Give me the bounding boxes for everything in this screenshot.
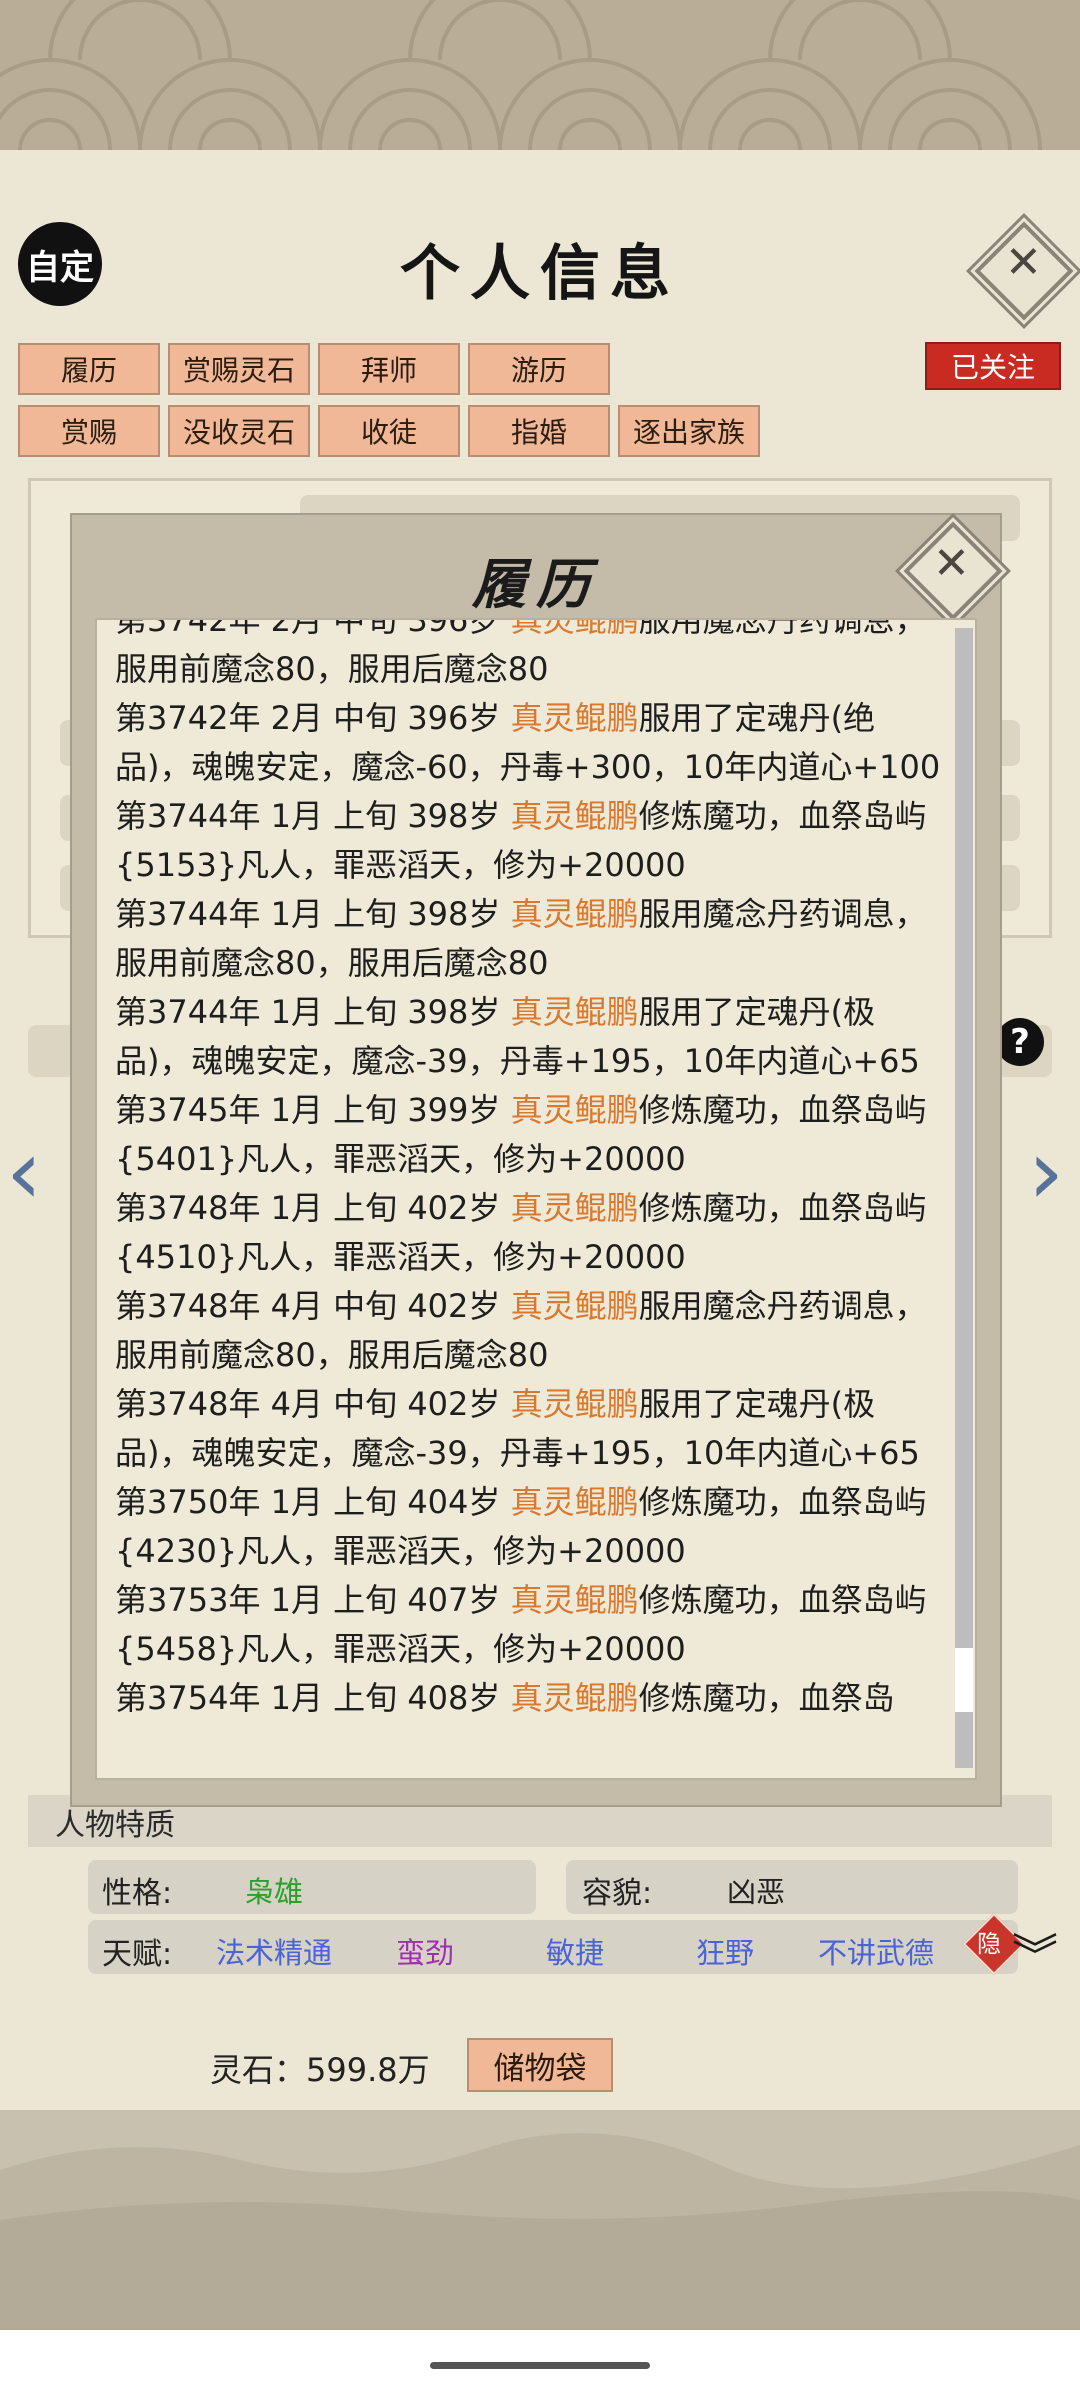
page-title: 个人信息 — [400, 239, 680, 309]
help-icon[interactable]: ? — [996, 1018, 1044, 1066]
entry-date: 第3748年 1月 上旬 402岁 — [115, 1189, 511, 1227]
tab-confiscate-stones[interactable]: 没收灵石 — [168, 405, 310, 457]
entry-character-name[interactable]: 真灵鲲鹏 — [511, 1679, 639, 1717]
tab-take-disciple[interactable]: 收徒 — [318, 405, 460, 457]
looks-label: 容貌: — [582, 1876, 653, 1911]
history-entry: 第3748年 4月 中旬 402岁 真灵鲲鹏服用了定魂丹(极品)，魂魄安定，魔念… — [115, 1380, 945, 1478]
talent-label: 天赋: — [102, 1937, 173, 1972]
entry-character-name[interactable]: 真灵鲲鹏 — [511, 895, 639, 933]
entry-date: 第3744年 1月 上旬 398岁 — [115, 797, 511, 835]
history-entry: 第3744年 1月 上旬 398岁 真灵鲲鹏服用魔念丹药调息，服用前魔念80，服… — [115, 890, 945, 988]
expand-down-icon[interactable]: ︾ — [1012, 1933, 1058, 1979]
home-indicator[interactable] — [430, 2362, 650, 2369]
entry-date: 第3748年 4月 中旬 402岁 — [115, 1385, 511, 1423]
history-log-content: 第3742年 2月 中旬 396岁 真灵鲲鹏服用魔念丹药调息，服用前魔念80，服… — [115, 618, 945, 1723]
storage-bag-button[interactable]: 储物袋 — [467, 2038, 613, 2092]
bottom-landscape-decoration — [0, 2110, 1080, 2330]
history-entry: 第3744年 1月 上旬 398岁 真灵鲲鹏修炼魔功，血祭岛屿{5153}凡人，… — [115, 792, 945, 890]
talent-item[interactable]: 狂野 — [696, 1930, 754, 1972]
entry-character-name[interactable]: 真灵鲲鹏 — [511, 1385, 639, 1423]
tab-history[interactable]: 履历 — [18, 343, 160, 395]
traits-section-label: 人物特质 — [55, 1808, 175, 1843]
hide-tag-label: 隐 — [977, 1930, 1001, 1958]
talent-item[interactable]: 蛮劲 — [396, 1930, 454, 1972]
personality-label: 性格: — [102, 1876, 173, 1911]
tab-travel[interactable]: 游历 — [468, 343, 610, 395]
history-entry: 第3745年 1月 上旬 399岁 真灵鲲鹏修炼魔功，血祭岛屿{5401}凡人，… — [115, 1086, 945, 1184]
tab-apprentice[interactable]: 拜师 — [318, 343, 460, 395]
history-entry: 第3750年 1月 上旬 404岁 真灵鲲鹏修炼魔功，血祭岛屿{4230}凡人，… — [115, 1478, 945, 1576]
history-entry: 第3742年 2月 中旬 396岁 真灵鲲鹏服用魔念丹药调息，服用前魔念80，服… — [115, 618, 945, 694]
entry-character-name[interactable]: 真灵鲲鹏 — [511, 1189, 639, 1227]
entry-date: 第3750年 1月 上旬 404岁 — [115, 1483, 511, 1521]
entry-date: 第3742年 2月 中旬 396岁 — [115, 699, 511, 737]
entry-character-name[interactable]: 真灵鲲鹏 — [511, 620, 639, 639]
log-scrollbar-thumb[interactable] — [955, 1648, 973, 1712]
log-scrollbar[interactable] — [955, 628, 973, 1768]
modal-title: 履历 — [472, 552, 600, 616]
history-log[interactable]: 第3742年 2月 中旬 396岁 真灵鲲鹏服用魔念丹药调息，服用前魔念80，服… — [95, 618, 977, 1780]
followed-badge[interactable]: 已关注 — [925, 342, 1061, 390]
looks-value: 凶恶 — [727, 1875, 786, 1909]
entry-date: 第3742年 2月 中旬 396岁 — [115, 618, 511, 639]
entry-character-name[interactable]: 真灵鲲鹏 — [511, 1483, 639, 1521]
entry-date: 第3753年 1月 上旬 407岁 — [115, 1581, 511, 1619]
entry-date: 第3744年 1月 上旬 398岁 — [115, 993, 511, 1031]
entry-date: 第3754年 1月 上旬 408岁 — [115, 1679, 511, 1717]
history-entry: 第3753年 1月 上旬 407岁 真灵鲲鹏修炼魔功，血祭岛屿{5458}凡人，… — [115, 1576, 945, 1674]
entry-date: 第3745年 1月 上旬 399岁 — [115, 1091, 511, 1129]
talent-item[interactable]: 不讲武德 — [818, 1930, 934, 1972]
prev-character-icon[interactable]: ‹ — [6, 1120, 42, 1225]
entry-character-name[interactable]: 真灵鲲鹏 — [511, 699, 639, 737]
spirit-stone-count: 灵石：599.8万 — [210, 2051, 430, 2089]
history-entry: 第3754年 1月 上旬 408岁 真灵鲲鹏修炼魔功，血祭岛 — [115, 1674, 945, 1723]
entry-text: 修炼魔功，血祭岛 — [638, 1679, 895, 1717]
history-entry: 第3744年 1月 上旬 398岁 真灵鲲鹏服用了定魂丹(极品)，魂魄安定，魔念… — [115, 988, 945, 1086]
tab-reward[interactable]: 赏赐 — [18, 405, 160, 457]
entry-date: 第3744年 1月 上旬 398岁 — [115, 895, 511, 933]
history-entry: 第3742年 2月 中旬 396岁 真灵鲲鹏服用了定魂丹(绝品)，魂魄安定，魔念… — [115, 694, 945, 792]
history-entry: 第3748年 1月 上旬 402岁 真灵鲲鹏修炼魔功，血祭岛屿{4510}凡人，… — [115, 1184, 945, 1282]
entry-date: 第3748年 4月 中旬 402岁 — [115, 1287, 511, 1325]
tab-expel-family[interactable]: 逐出家族 — [618, 405, 760, 457]
talent-item[interactable]: 法术精通 — [216, 1930, 332, 1972]
tab-reward-stones[interactable]: 赏赐灵石 — [168, 343, 310, 395]
talent-item[interactable]: 敏捷 — [546, 1930, 604, 1972]
game-screen: 自定 个人信息 ✕ 履历 赏赐灵石 拜师 游历 已关注 赏赐 没收灵石 收徒 指… — [0, 0, 1080, 2330]
personality-value: 枭雄 — [245, 1875, 304, 1909]
close-icon: ✕ — [1005, 237, 1042, 288]
entry-character-name[interactable]: 真灵鲲鹏 — [511, 993, 639, 1031]
next-character-icon[interactable]: › — [1028, 1120, 1064, 1225]
close-icon: ✕ — [933, 538, 970, 589]
tab-arrange-marriage[interactable]: 指婚 — [468, 405, 610, 457]
entry-character-name[interactable]: 真灵鲲鹏 — [511, 1091, 639, 1129]
entry-character-name[interactable]: 真灵鲲鹏 — [511, 797, 639, 835]
history-entry: 第3748年 4月 中旬 402岁 真灵鲲鹏服用魔念丹药调息，服用前魔念80，服… — [115, 1282, 945, 1380]
entry-character-name[interactable]: 真灵鲲鹏 — [511, 1581, 639, 1619]
entry-character-name[interactable]: 真灵鲲鹏 — [511, 1287, 639, 1325]
top-wave-decoration — [0, 0, 1080, 150]
